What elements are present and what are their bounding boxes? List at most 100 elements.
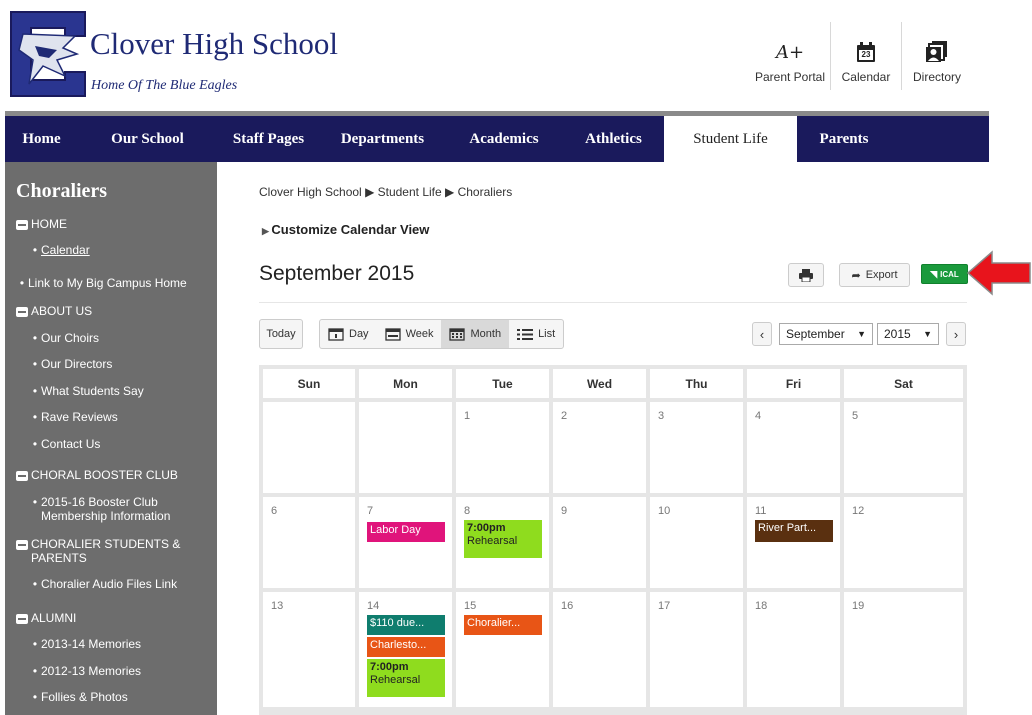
parent-portal-label: Parent Portal <box>754 70 826 84</box>
collapse-icon[interactable] <box>16 540 28 550</box>
nav-our-school[interactable]: Our School <box>78 116 217 162</box>
calendar-day[interactable]: 11 River Part... <box>747 497 840 588</box>
ical-button[interactable]: ◥ ICAL <box>921 264 968 284</box>
sidebar-section-home[interactable]: HOME <box>16 217 67 232</box>
parent-portal-link[interactable]: A+ Parent Portal <box>750 22 830 90</box>
print-icon <box>799 268 813 282</box>
collapse-icon[interactable] <box>16 220 28 230</box>
calendar-day[interactable]: 19 <box>844 592 963 707</box>
nav-departments[interactable]: Departments <box>320 116 445 162</box>
collapse-icon[interactable] <box>16 614 28 624</box>
day-number: 17 <box>658 600 671 612</box>
expand-icon: ▶ <box>262 226 272 236</box>
next-month-button[interactable]: › <box>946 322 966 346</box>
day-number: 18 <box>755 600 768 612</box>
calendar-day[interactable]: 18 <box>747 592 840 707</box>
list-view-button[interactable]: List <box>509 320 563 348</box>
calendar-day[interactable]: 14 $110 due... Charlesto... 7:00pm Rehear… <box>359 592 452 707</box>
chevron-down-icon: ▼ <box>857 329 866 339</box>
calendar-day[interactable]: 13 <box>263 592 355 707</box>
directory-link[interactable]: Directory <box>901 22 972 90</box>
calendar-day[interactable]: 5 <box>844 402 963 493</box>
calendar-day[interactable]: 6 <box>263 497 355 588</box>
nav-parents[interactable]: Parents <box>797 116 891 162</box>
school-logo[interactable] <box>5 6 91 102</box>
sidebar-item-2013-14-memories[interactable]: • 2013-14 Memories <box>29 637 141 652</box>
prev-month-button[interactable]: ‹ <box>752 322 772 346</box>
sidebar-item-2012-13-memories[interactable]: • 2012-13 Memories <box>29 664 141 679</box>
sidebar: Choraliers HOME • Calendar • Link to My Bi… <box>5 162 217 715</box>
sidebar-item-rave-reviews[interactable]: • Rave Reviews <box>29 410 118 425</box>
calendar-day-empty <box>359 402 452 493</box>
sidebar-item-our-choirs[interactable]: • Our Choirs <box>29 331 99 346</box>
nav-academics[interactable]: Academics <box>445 116 563 162</box>
weekday-header: Sat <box>844 369 963 398</box>
calendar-day[interactable]: 17 <box>650 592 743 707</box>
month-select[interactable]: September ▼ <box>779 323 873 345</box>
day-number: 7 <box>367 505 374 517</box>
calendar-day[interactable]: 1 <box>456 402 549 493</box>
calendar-event[interactable]: River Part... <box>755 520 833 542</box>
day-number: 8 <box>464 505 471 517</box>
day-view-button[interactable]: Day <box>320 320 377 348</box>
red-arrow-annotation <box>966 250 1031 296</box>
calendar-event[interactable]: Labor Day <box>367 522 445 542</box>
sidebar-title: Choraliers <box>16 180 108 202</box>
main-nav: Home Our School Staff Pages Departments … <box>5 111 989 162</box>
sidebar-item-audio-files[interactable]: • Choralier Audio Files Link <box>29 577 177 592</box>
calendar-day[interactable]: 16 <box>553 592 646 707</box>
calendar-day[interactable]: 10 <box>650 497 743 588</box>
year-select[interactable]: 2015 ▼ <box>877 323 939 345</box>
sidebar-item-calendar[interactable]: • Calendar <box>29 243 90 258</box>
calendar-event[interactable]: 7:00pm Rehearsal <box>367 659 445 697</box>
calendar-day[interactable]: 7 Labor Day <box>359 497 452 588</box>
calendar-event[interactable]: Charlesto... <box>367 637 445 657</box>
nav-athletics[interactable]: Athletics <box>563 116 664 162</box>
week-view-button[interactable]: Week <box>377 320 442 348</box>
calendar-day[interactable]: 3 <box>650 402 743 493</box>
weekday-header: Sun <box>263 369 355 398</box>
day-number: 2 <box>561 410 568 422</box>
sidebar-section-about[interactable]: ABOUT US <box>16 304 92 319</box>
print-button[interactable] <box>788 263 824 287</box>
calendar-day[interactable]: 9 <box>553 497 646 588</box>
day-number: 9 <box>561 505 568 517</box>
breadcrumb-item[interactable]: Clover High School <box>259 185 362 199</box>
sidebar-item-follies-photos[interactable]: • Follies & Photos <box>29 690 128 705</box>
calendar-event[interactable]: $110 due... <box>367 615 445 635</box>
sidebar-item-our-directors[interactable]: • Our Directors <box>29 357 112 372</box>
month-view-button[interactable]: Month <box>441 320 510 348</box>
customize-calendar-toggle[interactable]: ▶ Customize Calendar View <box>262 222 429 237</box>
sidebar-item-contact-us[interactable]: • Contact Us <box>29 437 100 452</box>
calendar-link[interactable]: 23 Calendar <box>830 22 901 90</box>
day-calendar-icon <box>328 328 344 341</box>
nav-staff-pages[interactable]: Staff Pages <box>217 116 320 162</box>
nav-student-life[interactable]: Student Life <box>664 116 797 162</box>
month-calendar-grid: Sun Mon Tue Wed Thu Fri Sat 1 2 3 4 5 6 … <box>259 365 967 715</box>
sidebar-section-booster-club[interactable]: CHORAL BOOSTER CLUB <box>16 468 178 483</box>
export-button[interactable]: ➦ Export <box>839 263 910 287</box>
calendar-day[interactable]: 12 <box>844 497 963 588</box>
day-number: 1 <box>464 410 471 422</box>
calendar-label: Calendar <box>841 70 891 84</box>
breadcrumb-item[interactable]: Choraliers <box>458 185 513 199</box>
day-number: 13 <box>271 600 284 612</box>
sidebar-item-what-students-say[interactable]: • What Students Say <box>29 384 144 399</box>
today-button[interactable]: Today <box>259 319 303 349</box>
calendar-event[interactable]: 7:00pm Rehearsal <box>464 520 542 558</box>
nav-home[interactable]: Home <box>5 116 78 162</box>
calendar-day[interactable]: 4 <box>747 402 840 493</box>
chevron-right-icon: › <box>953 326 959 342</box>
collapse-icon[interactable] <box>16 307 28 317</box>
calendar-event[interactable]: Choralier... <box>464 615 542 635</box>
calendar-day[interactable]: 2 <box>553 402 646 493</box>
sidebar-section-alumni[interactable]: ALUMNI <box>16 611 76 626</box>
school-name[interactable]: Clover High School <box>90 28 338 59</box>
calendar-day[interactable]: 8 7:00pm Rehearsal <box>456 497 549 588</box>
sidebar-section-students-parents[interactable]: CHORALIER STUDENTS & PARENTS <box>16 537 211 566</box>
collapse-icon[interactable] <box>16 471 28 481</box>
breadcrumb-item[interactable]: Student Life <box>378 185 442 199</box>
sidebar-item-booster-membership[interactable]: • 2015-16 Booster Club Membership Informa… <box>29 495 209 524</box>
calendar-day[interactable]: 15 Choralier... <box>456 592 549 707</box>
sidebar-item-big-campus[interactable]: • Link to My Big Campus Home <box>16 276 187 291</box>
